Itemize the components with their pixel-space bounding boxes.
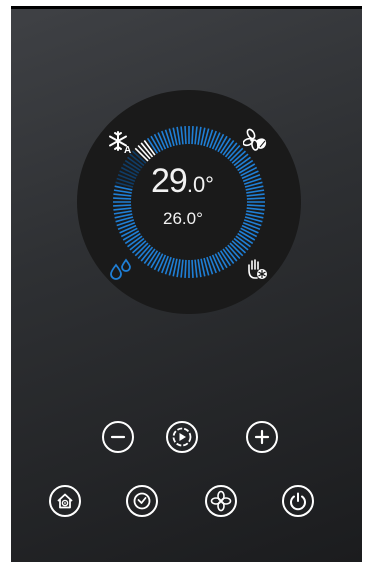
dial-tick [157,254,167,272]
dial-tick [180,259,184,278]
dial-tick [113,193,132,197]
dial-tick [119,224,137,234]
power-icon [290,492,306,511]
hand-snowflake-icon[interactable] [245,258,269,282]
decrease-button[interactable] [102,421,134,453]
timer-button[interactable] [126,485,158,517]
dial-tick [211,132,221,150]
home-icon [57,493,73,509]
clock-icon [133,492,151,510]
fan-leaf-icon[interactable] [243,128,269,154]
increase-button[interactable] [246,421,278,453]
dial-tick [113,204,132,207]
power-button[interactable] [282,485,314,517]
dial-tick [176,126,181,145]
dial-tick [184,259,187,278]
dial-tick [191,259,194,278]
thermostat-panel: A 29.0° 26.0° [11,6,362,562]
temperature-dial[interactable]: A [77,90,301,314]
dial-tick [211,254,221,272]
fan-button[interactable] [205,485,237,517]
dial-tick [119,170,137,180]
dial-tick [184,126,187,145]
mode-play-button[interactable] [166,421,198,453]
dial-tick [197,259,202,278]
water-drop-icon[interactable] [109,258,133,280]
dial-tick [197,126,202,145]
dial-tick [241,170,259,180]
home-button[interactable] [49,485,81,517]
dial-tick [194,259,198,278]
current-temperature: 26.0° [163,209,203,228]
dial-tick [246,207,265,211]
dial-tick [246,193,265,197]
dial-tick [176,259,181,278]
set-temperature-integer: 29 [151,162,188,200]
snowflake-auto-icon[interactable]: A [107,130,135,154]
svg-text:A: A [124,145,131,154]
dial-tick [113,189,132,194]
dial-tick [246,197,265,200]
dial-tick [246,204,265,207]
dial-tick [113,210,132,215]
plus-icon [254,429,270,445]
dial-tick [191,126,194,145]
play-icon [172,427,192,447]
dial-tick [246,189,265,194]
dial-tick [241,224,259,234]
dial-tick [157,132,167,150]
dial-tick [113,197,132,200]
set-temperature-decimal: .0° [186,172,214,197]
fan-icon [210,490,232,512]
dial-tick [194,126,198,145]
dial-tick [113,207,132,211]
set-temperature: 29.0° [151,162,241,200]
minus-icon [110,435,126,439]
dial-tick [180,126,184,145]
dial-tick [246,210,265,215]
top-bar [11,6,362,9]
